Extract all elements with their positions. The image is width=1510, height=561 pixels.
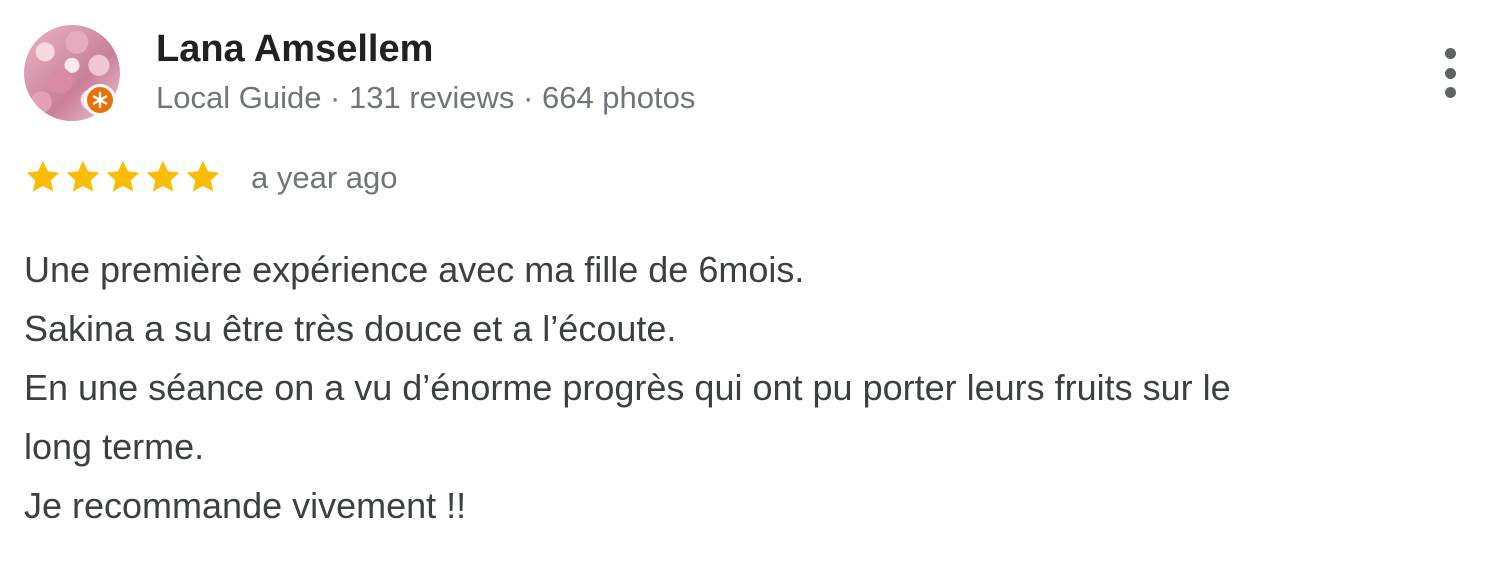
local-guide-star-icon bbox=[92, 91, 108, 109]
more-options-button[interactable] bbox=[1428, 44, 1472, 102]
review-date: a year ago bbox=[251, 160, 398, 195]
reviewer-name[interactable]: Lana Amsellem bbox=[156, 26, 433, 72]
review-text-line: Sakina a su être très douce et a l’écout… bbox=[24, 308, 677, 349]
star-icon bbox=[66, 160, 100, 192]
review-text-line: Une première expérience avec ma fille de… bbox=[24, 249, 805, 290]
review-card: Lana Amsellem Local Guide · 131 reviews … bbox=[0, 0, 1510, 561]
star-rating bbox=[24, 158, 222, 198]
star-icon bbox=[186, 160, 220, 192]
review-text-line: long terme. bbox=[24, 426, 205, 467]
star-icon bbox=[26, 160, 60, 192]
star-icon bbox=[146, 160, 180, 192]
review-text: Une première expérience avec ma fille de… bbox=[24, 240, 1484, 535]
star-icon bbox=[106, 160, 140, 192]
more-vert-icon bbox=[1444, 48, 1456, 59]
review-text-line: Je recommande vivement !! bbox=[24, 485, 467, 526]
local-guide-badge bbox=[84, 84, 116, 116]
review-text-line: En une séance on a vu d’énorme progrès q… bbox=[24, 367, 1231, 408]
reviewer-meta[interactable]: Local Guide · 131 reviews · 664 photos bbox=[156, 78, 695, 118]
